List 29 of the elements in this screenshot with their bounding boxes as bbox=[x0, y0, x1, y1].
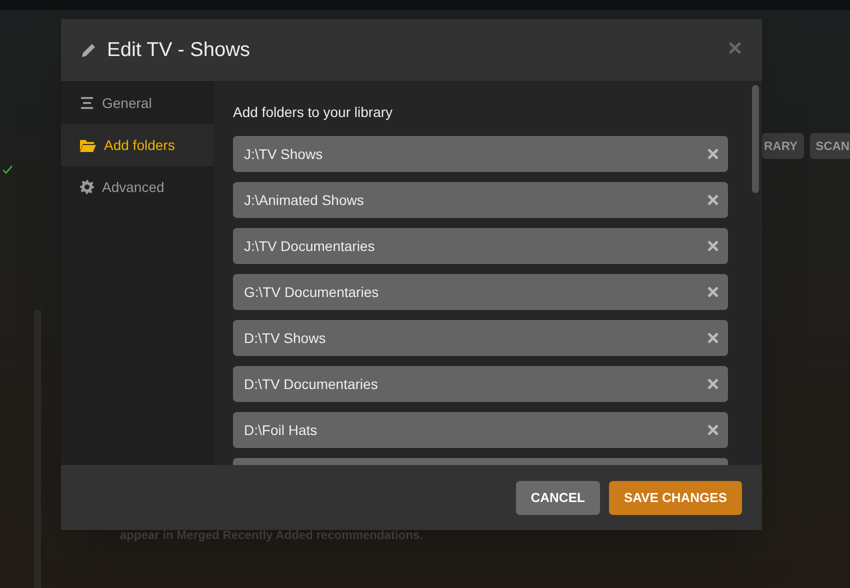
folder-path: D:\TV Shows bbox=[244, 328, 327, 348]
cancel-button[interactable]: CANCEL bbox=[516, 480, 600, 514]
remove-icon[interactable] bbox=[707, 240, 719, 252]
remove-icon[interactable] bbox=[707, 148, 719, 160]
folder-path: D:\TV Documentaries bbox=[244, 374, 379, 394]
section-heading: Add folders to your library bbox=[233, 103, 394, 122]
list-icon bbox=[80, 97, 94, 109]
sidebar-item[interactable]: General bbox=[61, 82, 214, 124]
remove-icon[interactable] bbox=[707, 424, 719, 436]
folder-icon bbox=[80, 138, 96, 152]
folder-path: J:\Animated Shows bbox=[244, 190, 365, 210]
scrollbar[interactable] bbox=[752, 85, 759, 193]
sidebar-item[interactable]: Add folders bbox=[61, 124, 214, 166]
remove-icon[interactable] bbox=[707, 194, 719, 206]
library-button[interactable]: SCAN bbox=[810, 133, 850, 159]
pencil-icon bbox=[80, 41, 98, 59]
gear-icon bbox=[80, 180, 94, 194]
save-button[interactable]: SAVE CHANGES bbox=[608, 480, 742, 514]
folder-path: J:\TV Shows bbox=[244, 144, 324, 164]
remove-icon[interactable] bbox=[707, 332, 719, 344]
folder-path: J:\TV Documentaries bbox=[244, 236, 376, 256]
remove-icon[interactable] bbox=[707, 378, 719, 390]
dialog-title: Edit TV - Shows bbox=[107, 38, 250, 63]
check-icon bbox=[2, 165, 13, 175]
folder-path: G:\TV Documentaries bbox=[244, 282, 380, 302]
remove-icon[interactable] bbox=[707, 286, 719, 298]
sidebar-item[interactable]: Advanced bbox=[61, 166, 214, 208]
library-button[interactable]: RARY bbox=[762, 133, 804, 159]
folder-path: D:\Foil Hats bbox=[244, 420, 318, 440]
